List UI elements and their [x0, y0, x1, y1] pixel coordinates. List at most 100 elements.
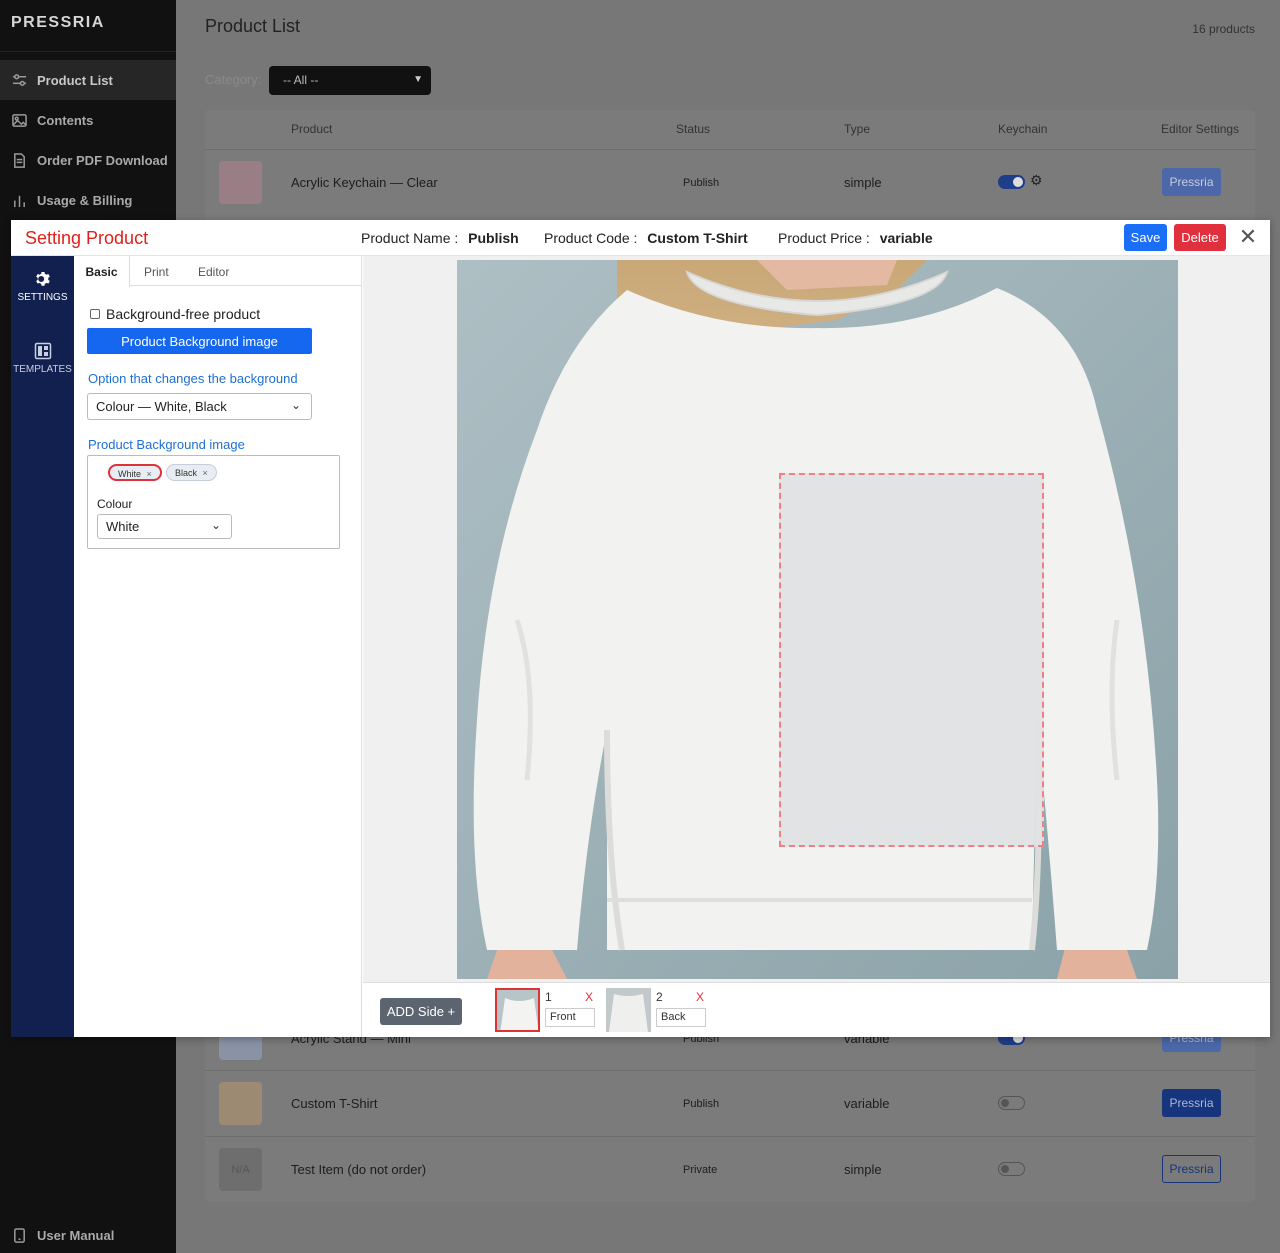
- side-name-input[interactable]: Front: [545, 1008, 595, 1027]
- side-thumbnail[interactable]: [495, 988, 540, 1032]
- background-free-checkbox[interactable]: [90, 309, 100, 319]
- side-thumbnail[interactable]: [606, 988, 651, 1032]
- colour-select-value: White: [106, 519, 140, 534]
- modal-title: Setting Product: [25, 228, 149, 248]
- rail-templates-label: TEMPLATES: [13, 364, 72, 375]
- nav-item-user-manual[interactable]: User Manual: [0, 1217, 176, 1253]
- gear-icon: [35, 271, 50, 286]
- product-name: Test Item (do not order): [291, 1162, 427, 1177]
- rail-templates[interactable]: TEMPLATES: [11, 342, 74, 375]
- chip-black[interactable]: Black ×: [166, 464, 217, 481]
- chevron-down-icon: ▼: [413, 74, 423, 85]
- option-label: Option that changes the background: [88, 371, 298, 386]
- product-background-image-button[interactable]: Product Background image: [87, 328, 312, 354]
- product-count: 16 products: [1192, 22, 1255, 36]
- editor-canvas: [363, 256, 1270, 982]
- image-icon: [12, 113, 27, 128]
- tab-print[interactable]: Print: [144, 256, 169, 286]
- close-icon[interactable]: ×: [147, 469, 152, 479]
- background-image-label: Product Background image: [88, 437, 245, 452]
- rail-settings[interactable]: SETTINGS: [11, 270, 74, 303]
- document-icon: [12, 152, 27, 168]
- background-free-label: Background-free product: [106, 306, 261, 322]
- nav-label: Order PDF Download: [37, 152, 168, 168]
- side-number: 2: [656, 990, 663, 1004]
- nav-label: Product List: [37, 72, 113, 88]
- product-name: Acrylic Keychain — Clear: [291, 175, 438, 190]
- chip-label: Black: [175, 468, 198, 478]
- panel-tabs: Basic Print Editor: [74, 256, 362, 287]
- sliders-icon: [12, 73, 27, 88]
- product-name-label: Product Name :: [361, 230, 459, 246]
- keychain-toggle[interactable]: [998, 175, 1025, 189]
- close-icon[interactable]: ×: [203, 468, 208, 478]
- settings-panel: Basic Print Editor Background-free produ…: [74, 256, 362, 1037]
- product-status: Publish: [683, 1098, 720, 1110]
- product-price-value: variable: [879, 230, 933, 246]
- remove-side-icon[interactable]: X: [585, 990, 593, 1004]
- product-thumbnail: N/A: [219, 1148, 262, 1191]
- templates-icon: [34, 342, 51, 360]
- rail-settings-label: SETTINGS: [17, 292, 68, 303]
- keychain-toggle[interactable]: [998, 1162, 1025, 1176]
- tab-editor[interactable]: Editor: [198, 256, 229, 286]
- side-number: 1: [545, 990, 552, 1004]
- save-button[interactable]: Save: [1124, 224, 1167, 251]
- tablet-icon: [12, 1227, 27, 1243]
- close-icon[interactable]: ✕: [1238, 224, 1258, 249]
- chevron-down-icon: ⌄: [290, 398, 301, 412]
- background-image-box: White × Black × Colour White ⌄: [87, 455, 340, 549]
- nav-item-contents[interactable]: Contents: [0, 100, 176, 140]
- remove-side-icon[interactable]: X: [696, 990, 704, 1004]
- column-header-status: Status: [676, 122, 711, 136]
- option-select-value: Colour — White, Black: [96, 399, 227, 414]
- modal-header: Setting Product Product Name : Publish P…: [11, 220, 1270, 256]
- product-type: simple: [844, 1162, 882, 1177]
- pressria-button[interactable]: Pressria: [1162, 168, 1221, 196]
- gear-icon[interactable]: ⚙: [1030, 172, 1043, 189]
- table-row: Custom T-Shirt Publish variable Pressria: [205, 1070, 1255, 1136]
- product-type: simple: [844, 175, 882, 190]
- chip-white[interactable]: White ×: [108, 464, 162, 481]
- pressria-button[interactable]: Pressria: [1162, 1089, 1221, 1117]
- chip-label: White: [118, 469, 142, 479]
- product-status: Private: [683, 1164, 718, 1176]
- product-code-value: Custom T-Shirt: [647, 230, 748, 246]
- nav-label: Usage & Billing: [37, 192, 133, 208]
- nav-item-order-pdf[interactable]: Order PDF Download: [0, 140, 176, 180]
- nav-item-usage-billing[interactable]: Usage & Billing: [0, 180, 176, 220]
- bar-chart-icon: [12, 193, 27, 208]
- category-label: Category:: [205, 72, 262, 87]
- nav-item-product-list[interactable]: Product List: [0, 60, 176, 100]
- product-mockup-image: [457, 260, 1178, 979]
- category-select[interactable]: -- All -- ▼: [269, 66, 431, 95]
- side-name-input[interactable]: Back: [656, 1008, 706, 1027]
- category-select-value: -- All --: [283, 73, 319, 87]
- table-row: N/A Test Item (do not order) Private sim…: [205, 1136, 1255, 1202]
- nav-label: Contents: [37, 112, 94, 128]
- colour-select[interactable]: White ⌄: [97, 514, 232, 539]
- option-select[interactable]: Colour — White, Black ⌄: [87, 393, 312, 420]
- product-type: variable: [844, 1096, 890, 1111]
- tab-basic[interactable]: Basic: [74, 256, 130, 287]
- product-thumbnail: [219, 161, 262, 204]
- product-price-meta: Product Price : variable: [778, 230, 933, 246]
- add-side-button[interactable]: ADD Side +: [380, 998, 462, 1025]
- product-status: Publish: [683, 177, 720, 189]
- delete-button[interactable]: Delete: [1174, 224, 1226, 251]
- pressria-button[interactable]: Pressria: [1162, 1155, 1221, 1183]
- side-item: 1 X Front: [495, 988, 615, 1034]
- column-header-type: Type: [844, 122, 871, 136]
- side-item: 2 X Back: [606, 988, 726, 1034]
- column-header-product: Product: [291, 122, 333, 136]
- modal-rail: SETTINGS TEMPLATES: [11, 256, 74, 1037]
- column-header-keychain: Keychain: [998, 122, 1048, 136]
- brand-logo: PRESSRIA: [0, 0, 176, 52]
- keychain-toggle[interactable]: [998, 1096, 1025, 1110]
- column-header-editor-settings: Editor Settings: [1161, 122, 1240, 136]
- product-name-value: Publish: [468, 230, 519, 246]
- product-name: Custom T-Shirt: [291, 1096, 378, 1111]
- print-area[interactable]: [779, 473, 1044, 847]
- sides-bar: ADD Side + 1 X Front 2 X Back: [363, 982, 1270, 1037]
- page-title: Product List: [205, 16, 301, 36]
